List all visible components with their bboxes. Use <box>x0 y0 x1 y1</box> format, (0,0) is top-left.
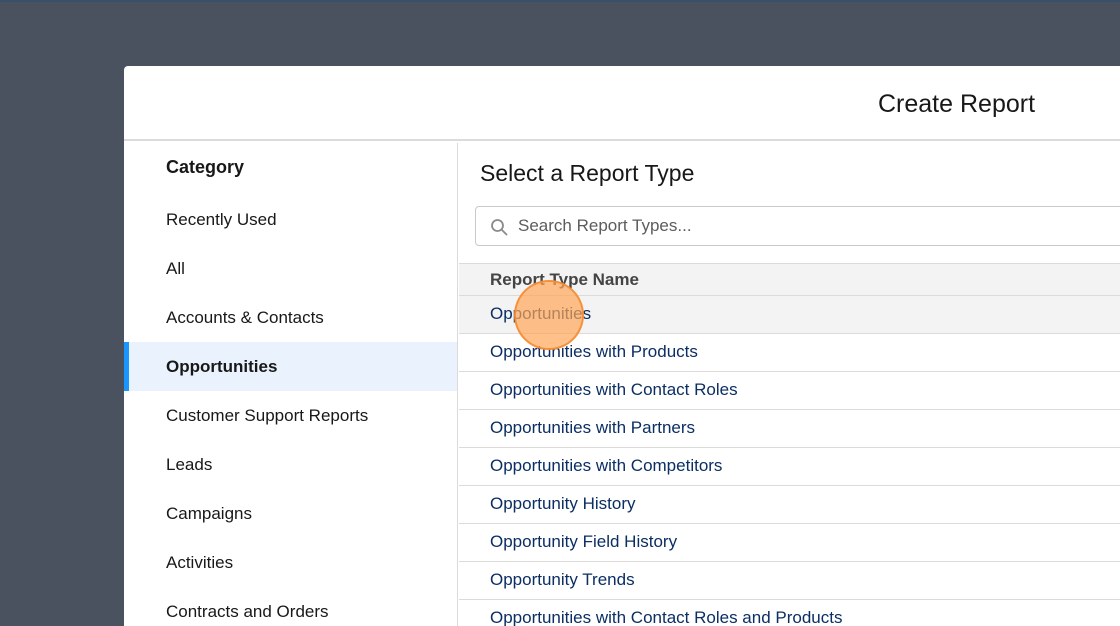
sidebar-item-label: Opportunities <box>166 357 278 376</box>
search-input[interactable] <box>518 207 1118 245</box>
sidebar-item-contracts-and-orders[interactable]: Contracts and Orders <box>124 587 457 626</box>
sidebar-item-label: All <box>166 259 185 278</box>
table-row[interactable]: Opportunity Field History <box>459 524 1120 562</box>
category-heading: Category <box>166 157 245 177</box>
table-row[interactable]: Opportunities with Products <box>459 334 1120 372</box>
report-type-link[interactable]: Opportunity History <box>490 494 636 514</box>
report-type-heading: Select a Report Type <box>480 160 695 186</box>
sidebar-item-label: Accounts & Contacts <box>166 308 324 327</box>
sidebar-item-label: Contracts and Orders <box>166 602 329 621</box>
search-icon <box>491 219 508 236</box>
sidebar-item-label: Leads <box>166 455 213 474</box>
category-list: Recently Used All Accounts & Contacts Oppor… <box>124 195 457 626</box>
sidebar-item-all[interactable]: All <box>124 244 457 293</box>
table-row[interactable]: Opportunities with Competitors <box>459 448 1120 486</box>
report-type-link[interactable]: Opportunity Field History <box>490 532 677 552</box>
category-sidebar: Category Recently Used All Accounts & Cont… <box>124 143 458 626</box>
report-type-link[interactable]: Opportunities with Contact Roles and Pro… <box>490 608 842 626</box>
report-type-list: Opportunities Opportunities with Products… <box>459 296 1120 626</box>
table-header: Report Type Name <box>459 263 1120 296</box>
sidebar-item-recently-used[interactable]: Recently Used <box>124 195 457 244</box>
modal-header: Create Report <box>124 66 1120 141</box>
modal-title: Create Report <box>878 90 1036 118</box>
table-row[interactable]: Opportunity Trends <box>459 562 1120 600</box>
sidebar-item-customer-support-reports[interactable]: Customer Support Reports <box>124 391 457 440</box>
table-row[interactable]: Opportunity History <box>459 486 1120 524</box>
table-row[interactable]: Opportunities <box>459 296 1120 334</box>
report-type-link[interactable]: Opportunities with Partners <box>490 418 695 438</box>
report-type-link[interactable]: Opportunities with Products <box>490 342 698 362</box>
report-type-link[interactable]: Opportunities <box>490 304 591 324</box>
sidebar-item-label: Activities <box>166 553 234 572</box>
report-type-link[interactable]: Opportunity Trends <box>490 570 635 590</box>
table-row[interactable]: Opportunities with Contact Roles <box>459 372 1120 410</box>
sidebar-item-activities[interactable]: Activities <box>124 538 457 587</box>
sidebar-item-campaigns[interactable]: Campaigns <box>124 489 457 538</box>
report-type-panel: Select a Report Type Report Type Name Op… <box>459 143 1120 626</box>
sidebar-item-label: Campaigns <box>166 504 252 523</box>
column-header-report-type-name[interactable]: Report Type Name <box>490 270 639 290</box>
table-row[interactable]: Opportunities with Partners <box>459 410 1120 448</box>
sidebar-item-accounts-contacts[interactable]: Accounts & Contacts <box>124 293 457 342</box>
sidebar-item-leads[interactable]: Leads <box>124 440 457 489</box>
search-box[interactable] <box>475 206 1120 246</box>
sidebar-item-opportunities[interactable]: Opportunities <box>124 342 457 391</box>
create-report-modal: Create Report Category Recently Used All A… <box>124 66 1120 626</box>
report-type-link[interactable]: Opportunities with Contact Roles <box>490 380 738 400</box>
top-edge-line <box>0 0 1120 2</box>
sidebar-item-label: Customer Support Reports <box>166 406 369 425</box>
sidebar-item-label: Recently Used <box>166 210 277 229</box>
table-row[interactable]: Opportunities with Contact Roles and Pro… <box>459 600 1120 626</box>
report-type-link[interactable]: Opportunities with Competitors <box>490 456 722 476</box>
